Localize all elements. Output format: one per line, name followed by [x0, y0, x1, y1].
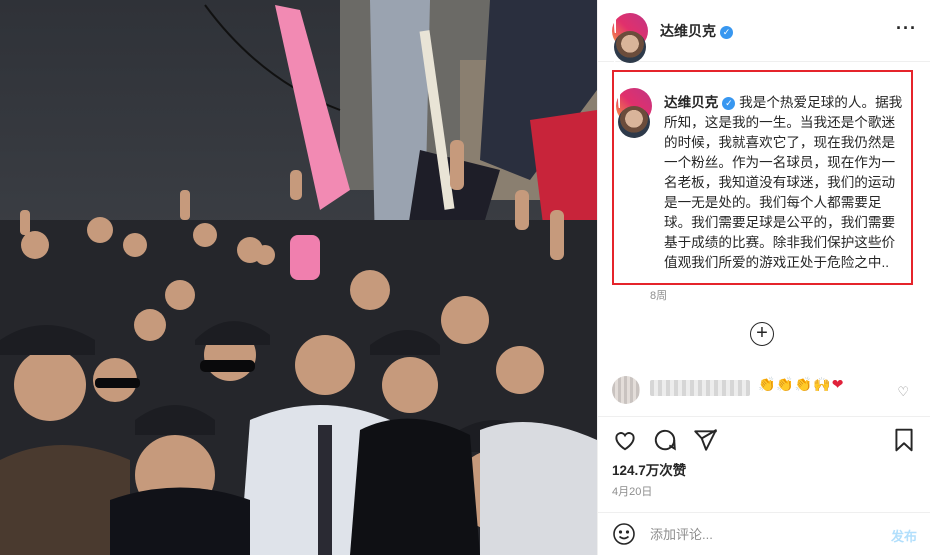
caption-verified-badge-icon: ✓	[722, 97, 736, 110]
bookmark-icon[interactable]	[891, 427, 917, 453]
author-username[interactable]: 达维贝克 ✓	[660, 21, 733, 41]
comment-input[interactable]	[650, 524, 870, 544]
comment-icon[interactable]	[652, 427, 678, 453]
caption-username[interactable]: 达维贝克	[664, 95, 718, 110]
post-header: 达维贝克 ✓ ···	[598, 0, 930, 81]
commenter-avatar[interactable]	[612, 376, 640, 404]
comment-like-heart-icon[interactable]: ♡	[897, 384, 909, 400]
caption-highlight-box: 达维贝克 ✓ 我是个热爱足球的人。据我所知，这是我的一生。当我还是个歌迷的时候，我…	[612, 70, 913, 285]
red-heart-emoji: ❤	[831, 376, 845, 392]
add-comment-bar: 发布	[598, 512, 930, 555]
author-username-text[interactable]: 达维贝克	[660, 23, 716, 39]
likes-count[interactable]: 124.7万次赞	[612, 459, 686, 479]
action-bar	[598, 416, 930, 456]
caption-author-avatar[interactable]	[616, 88, 652, 156]
verified-badge-icon: ✓	[720, 25, 733, 39]
heart-icon[interactable]	[612, 427, 638, 453]
comment-row: 👏👏👏🙌❤ ♡	[612, 374, 917, 410]
comment-text: 👏👏👏🙌❤	[758, 376, 844, 393]
commenter-name-blurred	[650, 380, 750, 396]
post-side-panel: 达维贝克 ✓ ··· 达维贝克 ✓ 我是个热爱足球的人。据我所知，这是我的一生。当我…	[597, 0, 930, 555]
caption-age: 8周	[650, 290, 668, 302]
crowd-photo-image	[0, 0, 597, 555]
share-icon[interactable]	[692, 427, 718, 453]
caption-text: 达维贝克 ✓ 我是个热爱足球的人。据我所知，这是我的一生。当我还是个歌迷的时候，我…	[664, 93, 904, 273]
post-comment-button[interactable]: 发布	[891, 526, 917, 545]
comment-emoji: 👏👏👏🙌	[758, 376, 832, 392]
smiley-icon[interactable]	[612, 522, 636, 546]
author-avatar[interactable]	[612, 12, 648, 81]
more-options-icon[interactable]: ···	[896, 19, 917, 37]
post-photo[interactable]	[0, 0, 597, 555]
post-date[interactable]: 4月20日	[612, 483, 652, 499]
post-dialog: 达维贝克 ✓ ··· 达维贝克 ✓ 我是个热爱足球的人。据我所知，这是我的一生。当我…	[0, 0, 930, 555]
plus-circle-icon[interactable]: +	[750, 322, 774, 346]
caption-body: 我是个热爱足球的人。据我所知，这是我的一生。当我还是个歌迷的时候，我就喜欢它了，…	[664, 95, 903, 270]
